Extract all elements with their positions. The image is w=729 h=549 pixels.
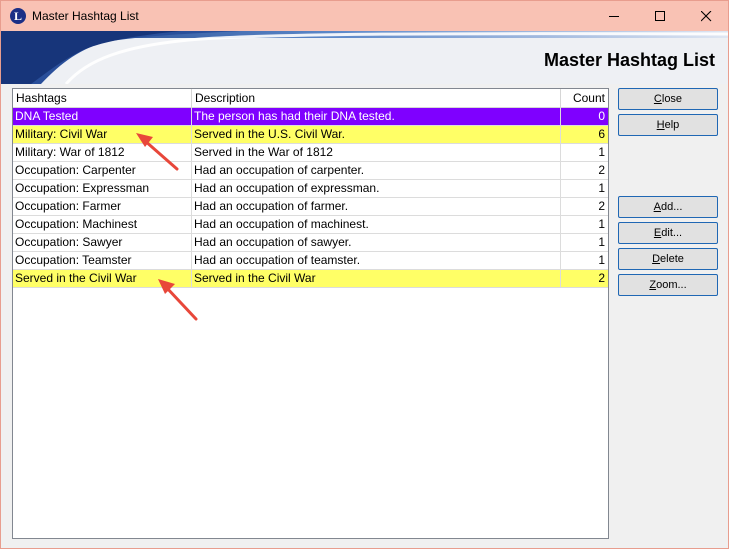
master-hashtag-window: L Master Hashtag List Master Hashtag Lis… — [0, 0, 729, 549]
red-arrow-icon — [136, 133, 179, 171]
annotation-arrows — [136, 133, 198, 321]
red-arrow-icon — [158, 279, 198, 321]
